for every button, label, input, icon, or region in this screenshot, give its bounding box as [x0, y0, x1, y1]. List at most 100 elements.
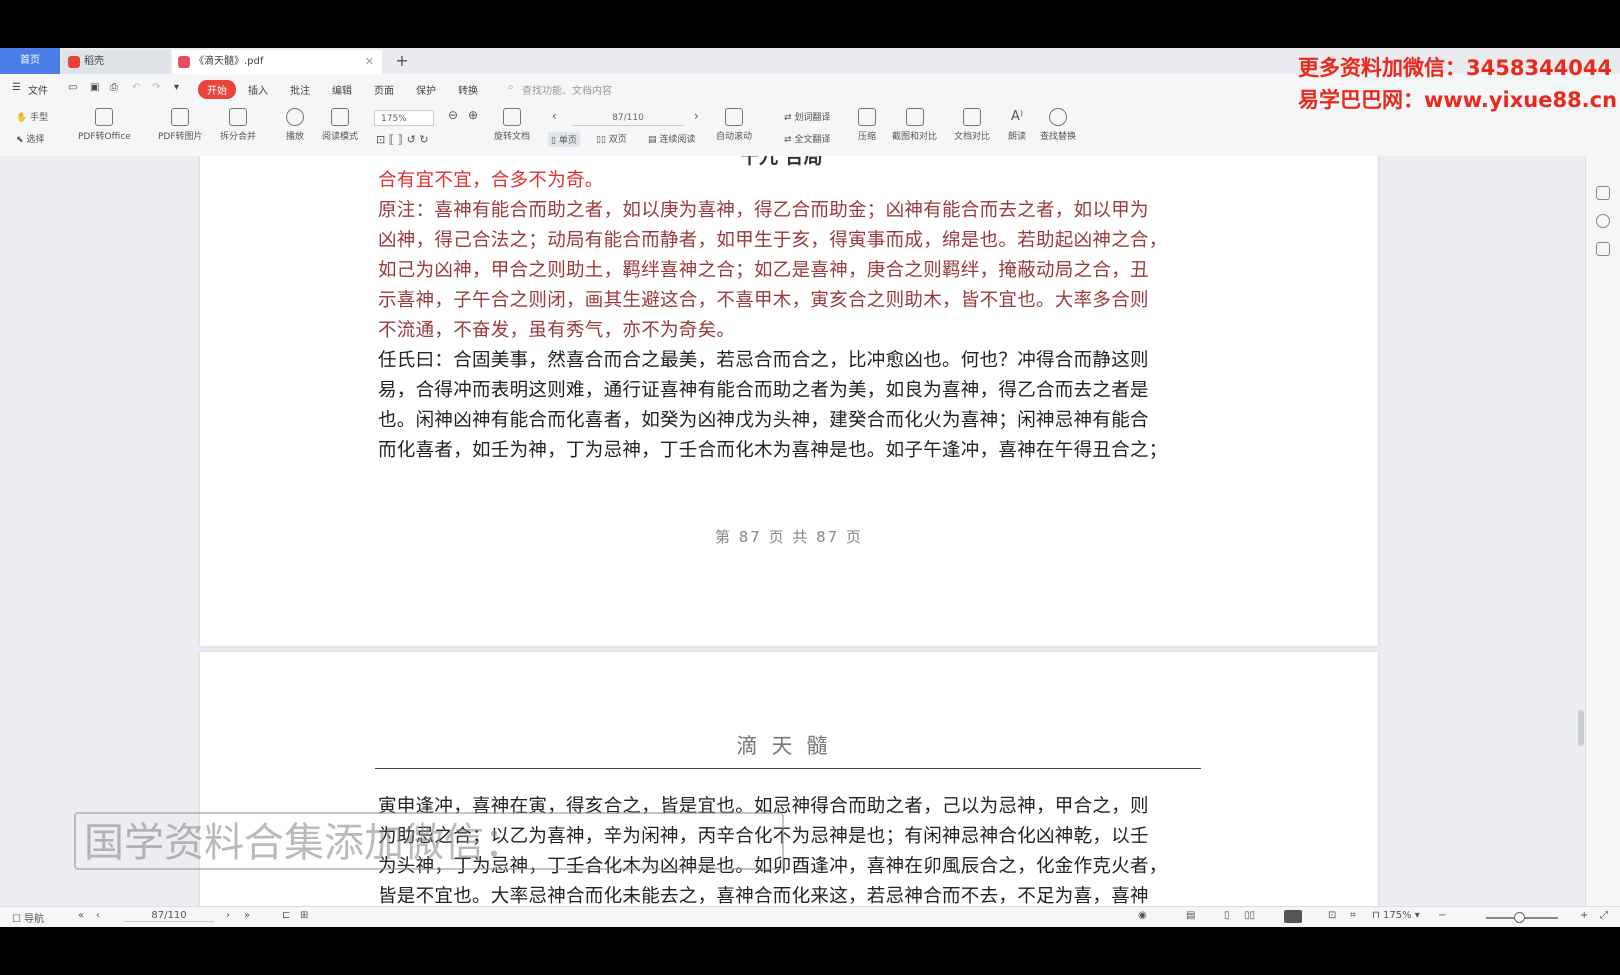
auto-scroll-button[interactable]: 自动滚动 — [716, 108, 752, 142]
document-viewport[interactable]: 十九 合局 合有宜不宜，合多不为奇。 原注：喜神有能合而助之者，如以庚为喜神，得… — [0, 156, 1620, 906]
menu-protect[interactable]: 保护 — [416, 82, 436, 97]
status-page-input[interactable]: 87/110 — [124, 910, 214, 922]
menu-insert[interactable]: 插入 — [248, 82, 268, 97]
fit-icons[interactable]: ⊡ ⟦ ⟧ ↺ ↻ — [376, 133, 429, 146]
read-aloud-icon: A⁾ — [1010, 109, 1024, 124]
new-tab-button[interactable]: + — [392, 48, 412, 74]
full-translate-button[interactable]: ⇄ 全文翻译 — [784, 132, 830, 145]
rotate-document-button[interactable]: 旋转文档 — [494, 108, 530, 142]
save-icon[interactable]: ▣ — [90, 82, 99, 93]
pdf-to-image-button[interactable]: PDF转图片 — [158, 108, 203, 142]
play-button[interactable]: 播放 — [286, 108, 304, 142]
print-icon[interactable]: ⎙ — [110, 82, 118, 93]
full-translate-label: 全文翻译 — [794, 135, 831, 145]
vertical-scrollbar[interactable] — [1578, 710, 1584, 746]
auto-scroll-label: 自动滚动 — [716, 132, 753, 142]
play-icon[interactable] — [1284, 910, 1302, 923]
zoom-out-icon[interactable]: − — [1438, 910, 1446, 921]
zoom-slider-handle[interactable] — [1514, 912, 1525, 923]
read-aloud-button[interactable]: A⁾ 朗读 — [1008, 108, 1026, 142]
crop-icon — [905, 108, 924, 126]
continuous-view-icon[interactable]: ▯ — [1224, 910, 1230, 921]
tab-document[interactable]: 《滴天髓》.pdf ✕ — [172, 50, 382, 74]
help-icon[interactable] — [1596, 214, 1610, 228]
zoom-out-icon[interactable]: ⊖ — [448, 108, 458, 122]
text-line: 示喜神，子午合之则闭，画其生避这合，不喜甲木，寅亥合之则助木，皆不宜也。大率多合… — [378, 290, 1149, 311]
prev-page-icon[interactable]: ‹ — [552, 109, 557, 123]
add-bookmark-icon[interactable]: ⊞ — [300, 910, 308, 921]
status-bar: ☐ 导航 « ‹ 87/110 › » ⊏ ⊞ ◉ ▤ ▯ ▯▯ ⊡ ⌗ ⊓ 1… — [0, 906, 1620, 927]
next-page-icon[interactable]: › — [226, 910, 230, 921]
menu-edit[interactable]: 编辑 — [332, 82, 352, 97]
last-page-icon[interactable]: » — [244, 910, 250, 921]
single-page-label: 单页 — [558, 136, 577, 146]
word-translate-button[interactable]: ⇄ 划词翻译 — [784, 110, 830, 123]
next-page-icon[interactable]: › — [694, 109, 699, 123]
tab-home[interactable]: 首页 — [0, 48, 60, 74]
document-compare-label: 文档对比 — [954, 132, 991, 142]
single-page-button[interactable]: ▯ 单页 — [548, 132, 580, 147]
close-tab-icon[interactable]: ✕ — [365, 50, 374, 74]
page-number-input[interactable]: 87/110 — [572, 110, 684, 126]
prev-page-icon[interactable]: ‹ — [96, 910, 100, 921]
double-view-icon[interactable]: ▯▯ — [1244, 910, 1255, 921]
navigation-label: 导航 — [24, 914, 45, 925]
page-header: 滴天髓 — [736, 734, 842, 758]
menu-start[interactable]: 开始 — [198, 80, 236, 99]
menu-file[interactable]: 文件 — [28, 82, 48, 97]
translate-icon[interactable] — [1596, 186, 1610, 200]
text-line: 原注：喜神有能合而助之者，如以庚为喜神，得乙合而助金；凶神有能合而去之者，如以甲… — [378, 200, 1149, 221]
compress-button[interactable]: 压缩 — [858, 108, 876, 142]
screenshot-compare-button[interactable]: 截图和对比 — [892, 108, 937, 142]
split-merge-button[interactable]: 拆分合并 — [220, 108, 256, 142]
pdf-to-office-icon — [95, 108, 114, 126]
fit-width-icon[interactable]: ⊡ — [1328, 910, 1336, 921]
select-tool-label: 选择 — [26, 135, 45, 145]
document-compare-button[interactable]: 文档对比 — [954, 108, 990, 142]
search-input[interactable]: 查找功能、文档内容 — [522, 82, 612, 97]
zoom-in-icon[interactable]: + — [1580, 910, 1588, 921]
text-line: 任氏曰：合固美事，然喜合而合之最美，若忌合而合之，比冲愈凶也。何也？冲得合而静这… — [378, 350, 1149, 371]
text-line: 而化喜者，如壬为神，丁为忌神，丁壬合而化木为喜神是也。如子午逢冲，喜神在午得丑合… — [378, 440, 1168, 461]
section-heading: 十九 合局 — [740, 156, 823, 168]
redo-icon[interactable]: ↷ — [152, 82, 160, 93]
eye-protection-icon[interactable]: ◉ — [1138, 910, 1147, 921]
hand-tool[interactable]: ✋ 手型 — [16, 110, 48, 123]
right-side-panel — [1585, 156, 1620, 906]
fit-page-icon[interactable]: ⌗ — [1350, 910, 1356, 921]
zoom-select[interactable]: 175% — [374, 110, 434, 126]
compress-label: 压缩 — [858, 132, 877, 142]
split-merge-icon — [229, 108, 247, 126]
continuous-read-button[interactable]: ▤ 连续阅读 — [648, 132, 695, 145]
fullscreen-icon[interactable]: ⤢ — [1600, 910, 1608, 921]
docer-icon — [68, 56, 80, 68]
find-replace-label: 查找替换 — [1040, 132, 1077, 142]
tab-docer-label: 稻壳 — [84, 56, 104, 67]
navigation-toggle[interactable]: ☐ 导航 — [12, 910, 44, 925]
search-icon[interactable]: ⌕ — [508, 82, 514, 93]
dropdown-icon[interactable]: ▾ — [174, 82, 179, 93]
compare-icon — [963, 108, 981, 126]
menu-comment[interactable]: 批注 — [290, 82, 310, 97]
pdf-to-office-button[interactable]: PDF转Office — [78, 108, 131, 142]
zoom-percent-label: 175% — [1382, 910, 1412, 921]
zoom-in-icon[interactable]: ⊕ — [468, 108, 478, 122]
read-mode-button[interactable]: 阅读模式 — [322, 108, 358, 142]
double-page-label: 双页 — [608, 135, 627, 145]
find-replace-button[interactable]: 查找替换 — [1040, 108, 1076, 142]
menu-convert[interactable]: 转换 — [458, 82, 478, 97]
first-page-icon[interactable]: « — [78, 910, 84, 921]
hamburger-icon[interactable]: ☰ — [12, 82, 21, 93]
text-line: 合有宜不宜，合多不为奇。 — [378, 170, 604, 191]
open-icon[interactable]: ▭ — [68, 82, 77, 93]
undo-icon[interactable]: ↶ — [132, 82, 140, 93]
single-page-view-icon[interactable]: ▤ — [1186, 910, 1195, 921]
text-line: 皆是不宜也。大率忌神合而化未能去之，喜神合而化来这，若忌神合而不去，不足为喜，喜… — [378, 886, 1149, 906]
double-page-button[interactable]: ▯▯ 双页 — [596, 132, 627, 145]
outline-icon[interactable]: ⊏ — [282, 910, 290, 921]
tab-docer[interactable]: 稻壳 — [62, 50, 170, 74]
menu-page[interactable]: 页面 — [374, 82, 394, 97]
zoom-percent[interactable]: ⊓ 175% ▾ — [1372, 910, 1420, 921]
select-tool[interactable]: ⬉ 选择 — [16, 132, 44, 145]
settings-sliders-icon[interactable] — [1596, 242, 1610, 256]
